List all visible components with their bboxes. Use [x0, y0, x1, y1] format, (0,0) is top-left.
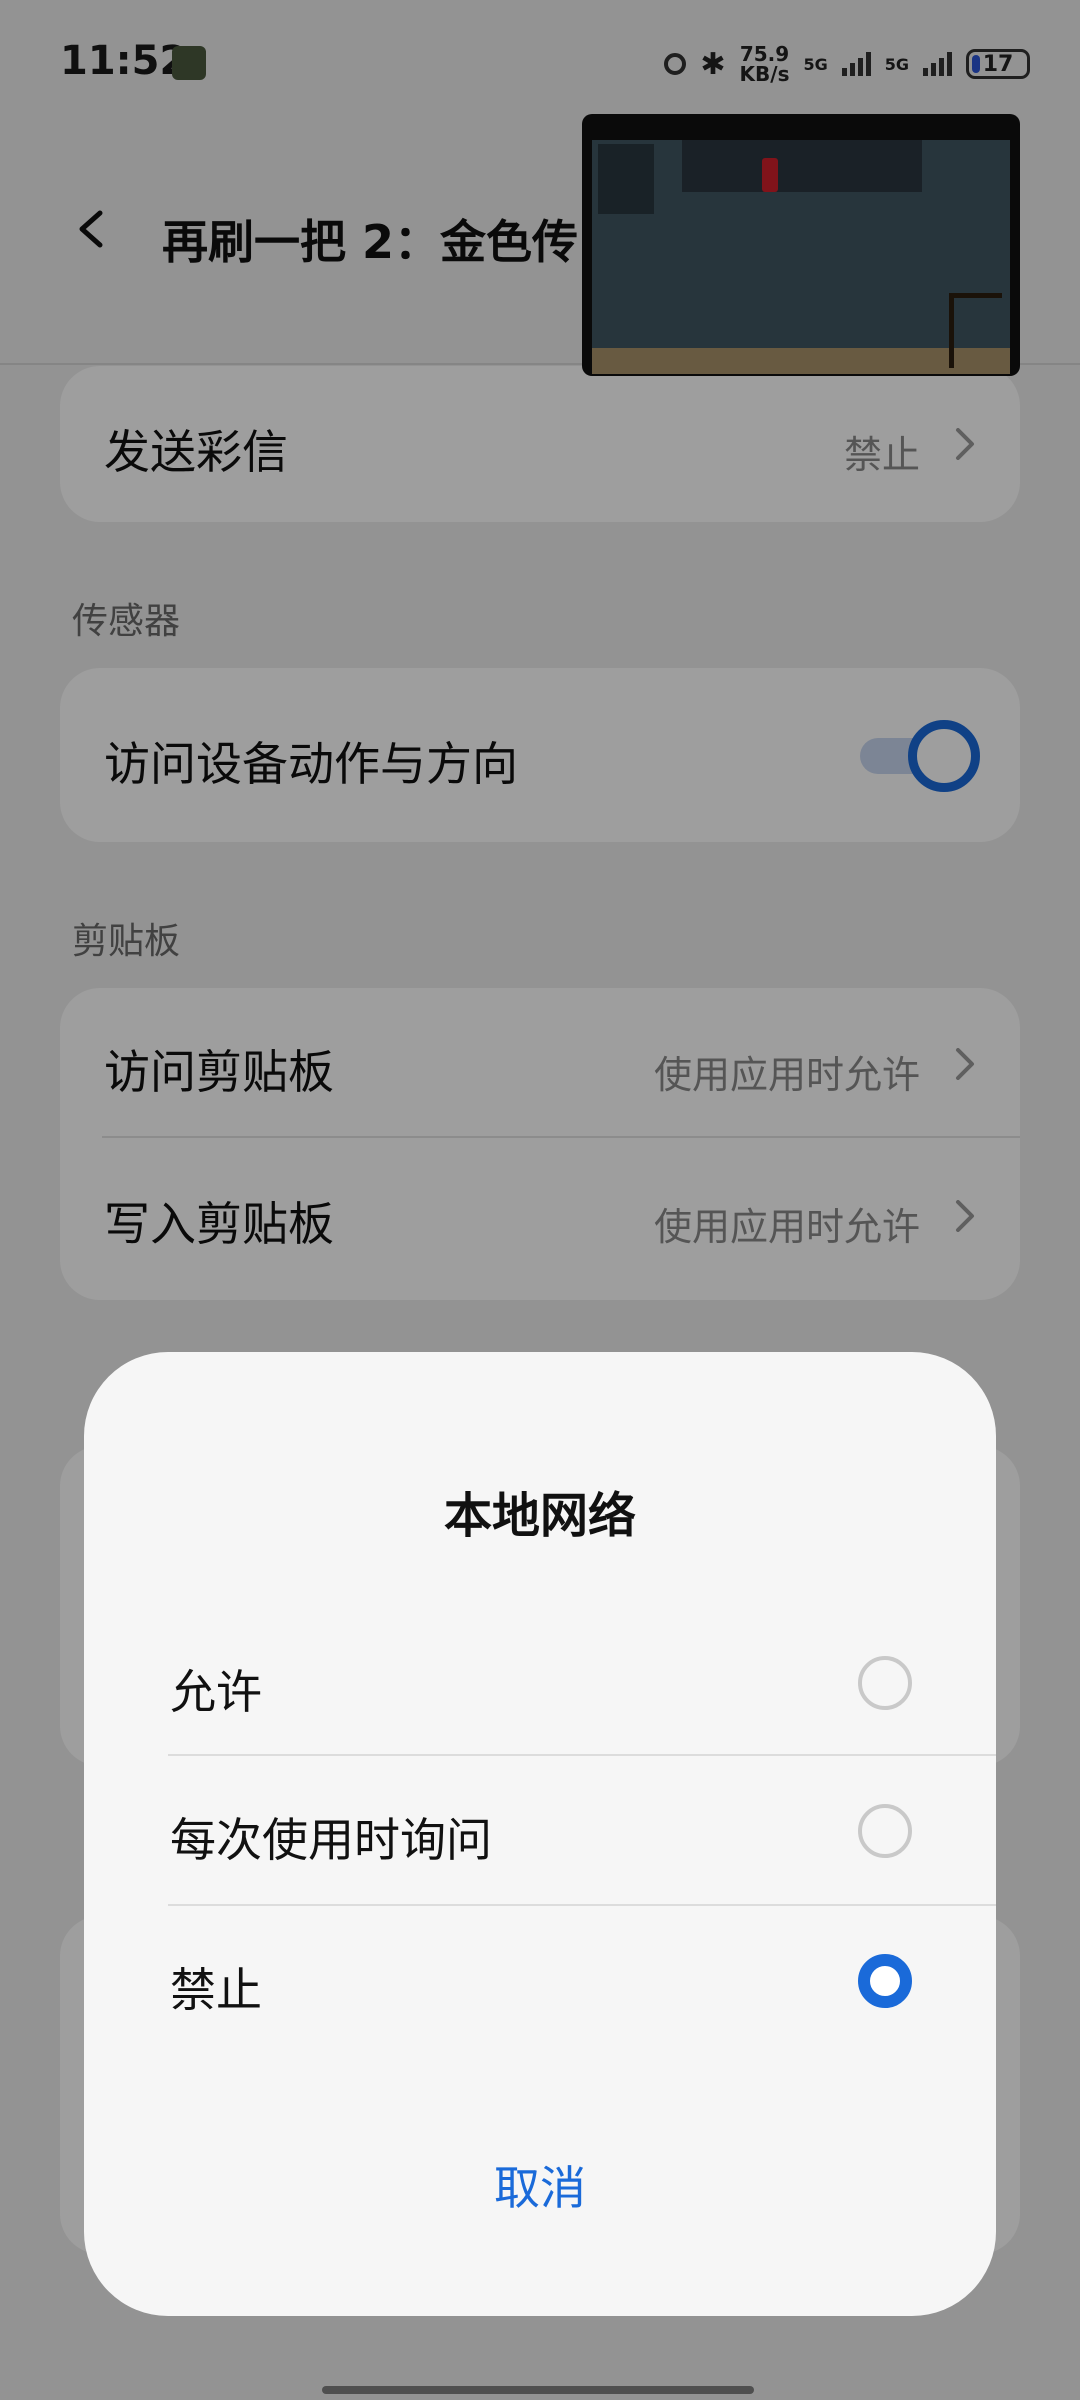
option-label: 允许 — [170, 1665, 262, 1719]
radio-checked-icon[interactable] — [858, 1954, 912, 2008]
radio-unchecked-icon[interactable] — [858, 1656, 912, 1710]
option-ask-every-time[interactable]: 每次使用时询问 — [84, 1756, 996, 1906]
option-label: 每次使用时询问 — [170, 1813, 492, 1867]
local-network-dialog: 本地网络 允许 每次使用时询问 禁止 取消 — [84, 1352, 996, 2316]
dialog-title: 本地网络 — [443, 1488, 636, 1544]
radio-unchecked-icon[interactable] — [858, 1804, 912, 1858]
option-allow[interactable]: 允许 — [84, 1608, 996, 1758]
home-indicator[interactable] — [322, 2386, 754, 2394]
option-deny[interactable]: 禁止 — [84, 1906, 996, 2056]
option-label: 禁止 — [170, 1963, 262, 2017]
cancel-button[interactable]: 取消 — [440, 2148, 640, 2228]
